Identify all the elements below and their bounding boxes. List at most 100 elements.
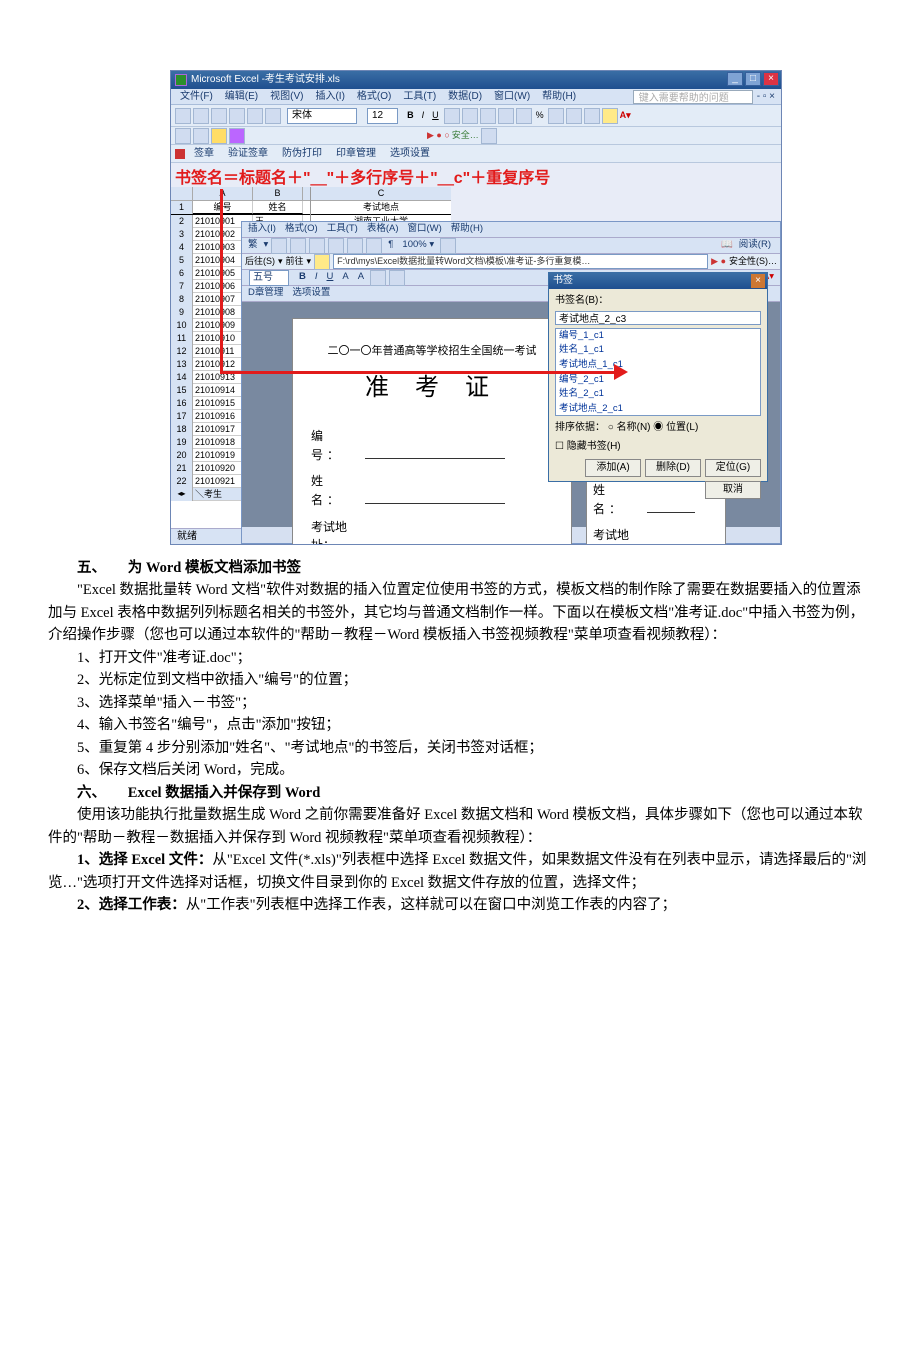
- addon-options[interactable]: 选项设置: [385, 146, 435, 162]
- tb-icon[interactable]: [271, 238, 287, 254]
- addon-sealmgr[interactable]: 印章管理: [331, 146, 381, 162]
- align-center-icon[interactable]: [462, 108, 478, 124]
- tb-icon[interactable]: [175, 128, 191, 144]
- menu-table[interactable]: 表格(A): [364, 222, 402, 237]
- font-size-combo[interactable]: 五号: [249, 270, 289, 286]
- addon-options[interactable]: 选项设置: [289, 286, 333, 301]
- tc-button[interactable]: 繁: [245, 238, 261, 253]
- font-color-icon[interactable]: A▾: [620, 109, 631, 123]
- menu-tools[interactable]: 工具(T): [324, 222, 361, 237]
- font-shrink-icon[interactable]: A: [355, 270, 367, 285]
- italic-button[interactable]: I: [312, 270, 321, 285]
- delete-button[interactable]: 删除(D): [645, 459, 701, 477]
- doc-close-icon[interactable]: - ▫ ×: [755, 89, 777, 105]
- fwd-label[interactable]: 前往: [286, 255, 304, 269]
- row-header[interactable]: 13: [171, 358, 193, 371]
- row-header[interactable]: 20: [171, 449, 193, 462]
- tb-icon[interactable]: [229, 128, 245, 144]
- list-item[interactable]: 姓名_1_c1: [556, 343, 760, 358]
- menu-format[interactable]: 格式(O): [352, 89, 396, 105]
- row-header[interactable]: 15: [171, 384, 193, 397]
- menu-insert[interactable]: 插入(I): [245, 222, 279, 237]
- tb-icon[interactable]: [247, 108, 263, 124]
- bold-button[interactable]: B: [404, 109, 417, 123]
- currency-icon[interactable]: [516, 108, 532, 124]
- tb-icon[interactable]: [229, 108, 245, 124]
- col-header-c[interactable]: C: [311, 187, 451, 201]
- header-name[interactable]: 姓名: [253, 201, 303, 214]
- align-right-icon[interactable]: [480, 108, 496, 124]
- font-size-combo[interactable]: 12: [367, 108, 398, 124]
- percent-icon[interactable]: %: [534, 109, 546, 123]
- row-header[interactable]: 7: [171, 280, 193, 293]
- menu-edit[interactable]: 编辑(E): [220, 89, 263, 105]
- research-icon[interactable]: [481, 128, 497, 144]
- col-header-b[interactable]: B: [253, 187, 303, 200]
- file-path[interactable]: F:\rd\mys\Excel数据批量转Word文档\模板\准考证-多行重复模…: [333, 254, 708, 270]
- menu-tools[interactable]: 工具(T): [398, 89, 441, 105]
- cancel-button[interactable]: 取消: [705, 481, 761, 499]
- tb-icon[interactable]: [265, 108, 281, 124]
- font-name-combo[interactable]: 宋体: [287, 108, 357, 124]
- sort-name-radio[interactable]: ○ 名称(N): [608, 422, 651, 433]
- row-header[interactable]: 2: [171, 215, 193, 228]
- list-item[interactable]: 姓名_2_c1: [556, 387, 760, 402]
- back-label[interactable]: 后往(S): [245, 255, 275, 269]
- col-header-a[interactable]: A: [193, 187, 253, 200]
- font-grow-icon[interactable]: A: [339, 270, 351, 285]
- row-header[interactable]: 6: [171, 267, 193, 280]
- menu-window[interactable]: 窗口(W): [405, 222, 445, 237]
- fill-color-icon[interactable]: [602, 108, 618, 124]
- row-header[interactable]: 16: [171, 397, 193, 410]
- indent-dec-icon[interactable]: [548, 108, 564, 124]
- close-icon[interactable]: ×: [763, 72, 779, 86]
- row-header[interactable]: 3: [171, 228, 193, 241]
- addon-sealmgr[interactable]: D章管理: [245, 286, 286, 301]
- tb-icon[interactable]: [347, 238, 363, 254]
- row-header[interactable]: 8: [171, 293, 193, 306]
- row-header[interactable]: 11: [171, 332, 193, 345]
- row-header[interactable]: 5: [171, 254, 193, 267]
- security-label[interactable]: 安全性(S)…: [729, 255, 777, 269]
- underline-button[interactable]: U: [429, 109, 442, 123]
- list-item[interactable]: 编号_1_c1: [556, 329, 760, 344]
- tb-icon[interactable]: [193, 128, 209, 144]
- row-header[interactable]: 22: [171, 475, 193, 488]
- sheet-tabs[interactable]: ◂▸: [171, 488, 193, 501]
- row-header[interactable]: 12: [171, 345, 193, 358]
- add-button[interactable]: 添加(A): [585, 459, 641, 477]
- row-header[interactable]: 4: [171, 241, 193, 254]
- row-header[interactable]: 18: [171, 423, 193, 436]
- row-header[interactable]: 14: [171, 371, 193, 384]
- goto-button[interactable]: 定位(G): [705, 459, 761, 477]
- tb-icon[interactable]: [366, 238, 382, 254]
- menu-format[interactable]: 格式(O): [282, 222, 321, 237]
- row-header[interactable]: 19: [171, 436, 193, 449]
- tb-icon[interactable]: [211, 108, 227, 124]
- addon-sign[interactable]: 签章: [189, 146, 219, 162]
- align-left-icon[interactable]: [444, 108, 460, 124]
- bookmark-name-input[interactable]: [555, 311, 761, 325]
- word-page-left[interactable]: 二〇一〇年普通高等学校招生全国统一考试 准 考 证 编 号： 姓 名： 考试地址…: [292, 318, 572, 545]
- secure-label[interactable]: 安全…: [452, 129, 479, 143]
- menu-data[interactable]: 数据(D): [443, 89, 487, 105]
- underline-button[interactable]: U: [324, 270, 337, 285]
- close-icon[interactable]: ×: [751, 274, 765, 288]
- addon-print[interactable]: 防伪打印: [277, 146, 327, 162]
- tb-icon[interactable]: [193, 108, 209, 124]
- row-header[interactable]: 10: [171, 319, 193, 332]
- help-search-input[interactable]: 键入需要帮助的问题: [633, 90, 753, 104]
- addon-verify[interactable]: 验证签章: [223, 146, 273, 162]
- zoom-combo[interactable]: 100% ▾: [399, 238, 437, 253]
- select-all-cell[interactable]: [171, 187, 193, 200]
- read-button[interactable]: 📖 阅读(R): [718, 238, 777, 253]
- list-item[interactable]: 编号_2_c1: [556, 373, 760, 388]
- bold-button[interactable]: B: [296, 270, 309, 285]
- sort-loc-radio[interactable]: ◉ 位置(L): [653, 422, 698, 433]
- row-header[interactable]: 9: [171, 306, 193, 319]
- menu-file[interactable]: 文件(F): [175, 89, 218, 105]
- menu-window[interactable]: 窗口(W): [489, 89, 535, 105]
- list-item[interactable]: 考试地点_2_c1: [556, 402, 760, 415]
- paragraph-icon[interactable]: ¶: [385, 238, 396, 253]
- italic-button[interactable]: I: [419, 109, 428, 123]
